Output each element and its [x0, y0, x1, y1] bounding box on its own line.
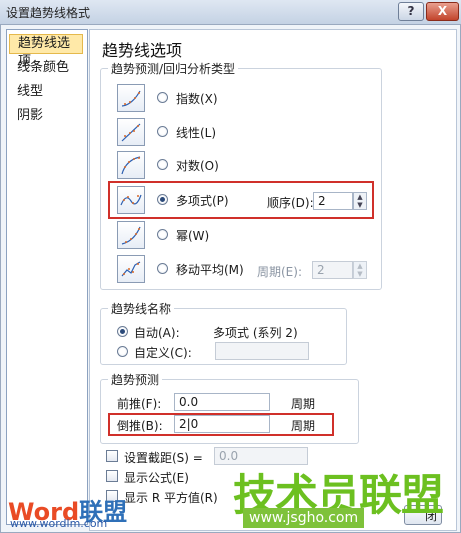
set-intercept-checkbox[interactable]	[106, 450, 118, 462]
dialog-body: 趋势线选项 线条颜色 线型 阴影 趋势线选项 趋势预测/回归分析类型 指数(X)…	[0, 24, 461, 533]
auto-name-radio[interactable]	[117, 326, 128, 337]
page-title: 趋势线选项	[102, 41, 183, 60]
backward-label: 倒推(B):	[117, 419, 163, 433]
sidebar-item-shadow[interactable]: 阴影	[9, 106, 83, 126]
backward-input[interactable]: 2|0	[174, 415, 270, 433]
auto-name-label: 自动(A):	[134, 326, 180, 340]
moving-average-radio[interactable]	[157, 263, 168, 274]
moving-average-label: 移动平均(M)	[176, 263, 244, 277]
set-intercept-label: 设置截距(S) =	[124, 451, 203, 465]
jsgho-url: www.jsgho.com	[243, 508, 365, 528]
forecast-legend: 趋势预测	[108, 371, 163, 388]
polynomial-label: 多项式(P)	[176, 194, 229, 208]
forward-label: 前推(F):	[117, 397, 162, 411]
exponential-radio[interactable]	[157, 92, 168, 103]
order-label: 顺序(D):	[267, 196, 314, 210]
sidebar-item-trendline-options[interactable]: 趋势线选项	[9, 34, 83, 69]
forward-input[interactable]: 0.0	[174, 393, 270, 411]
show-r2-label: 显示 R 平方值(R)	[124, 491, 218, 505]
period-input[interactable]: 2	[312, 261, 353, 279]
sidebar-item-line-style[interactable]: 线型	[9, 82, 83, 102]
close-window-button[interactable]: X	[426, 2, 459, 21]
show-equation-label: 显示公式(E)	[124, 471, 189, 485]
options-panel: 趋势线选项 趋势预测/回归分析类型 指数(X) 线性(L) 对数(O) 多项式(…	[89, 29, 457, 531]
linear-radio[interactable]	[157, 126, 168, 137]
logarithmic-radio[interactable]	[157, 159, 168, 170]
auto-name-value: 多项式 (系列 2)	[213, 326, 298, 340]
polynomial-trend-icon	[117, 186, 145, 214]
logarithmic-label: 对数(O)	[176, 159, 219, 173]
exponential-trend-icon	[117, 84, 145, 112]
backward-unit: 周期	[291, 419, 316, 433]
linear-trend-icon	[117, 118, 145, 146]
title-bar: 设置趋势线格式 ? X	[0, 0, 461, 25]
moving-average-icon	[117, 255, 145, 283]
trendline-name-legend: 趋势线名称	[108, 300, 175, 317]
custom-name-label: 自定义(C):	[134, 346, 192, 360]
forward-unit: 周期	[291, 397, 316, 411]
power-radio[interactable]	[157, 229, 168, 240]
power-label: 幂(W)	[176, 229, 210, 243]
linear-label: 线性(L)	[176, 126, 217, 140]
period-stepper[interactable]: ▲ ▼	[353, 261, 367, 279]
custom-name-radio[interactable]	[117, 346, 128, 357]
show-equation-checkbox[interactable]	[106, 470, 118, 482]
help-button[interactable]: ?	[398, 2, 424, 21]
custom-name-input[interactable]	[215, 342, 309, 360]
sidebar: 趋势线选项 线条颜色 线型 阴影	[6, 29, 88, 525]
wordlm-url: www.wordlm.com	[10, 517, 108, 530]
power-trend-icon	[117, 221, 145, 249]
sidebar-item-line-color[interactable]: 线条颜色	[9, 58, 83, 78]
window-title: 设置趋势线格式	[6, 6, 91, 20]
order-stepper[interactable]: ▲ ▼	[353, 192, 367, 210]
exponential-label: 指数(X)	[176, 92, 218, 106]
polynomial-radio[interactable]	[157, 194, 168, 205]
logarithmic-trend-icon	[117, 151, 145, 179]
order-input[interactable]: 2	[313, 192, 353, 210]
regression-type-legend: 趋势预测/回归分析类型	[108, 60, 239, 77]
period-label: 周期(E):	[257, 265, 302, 279]
